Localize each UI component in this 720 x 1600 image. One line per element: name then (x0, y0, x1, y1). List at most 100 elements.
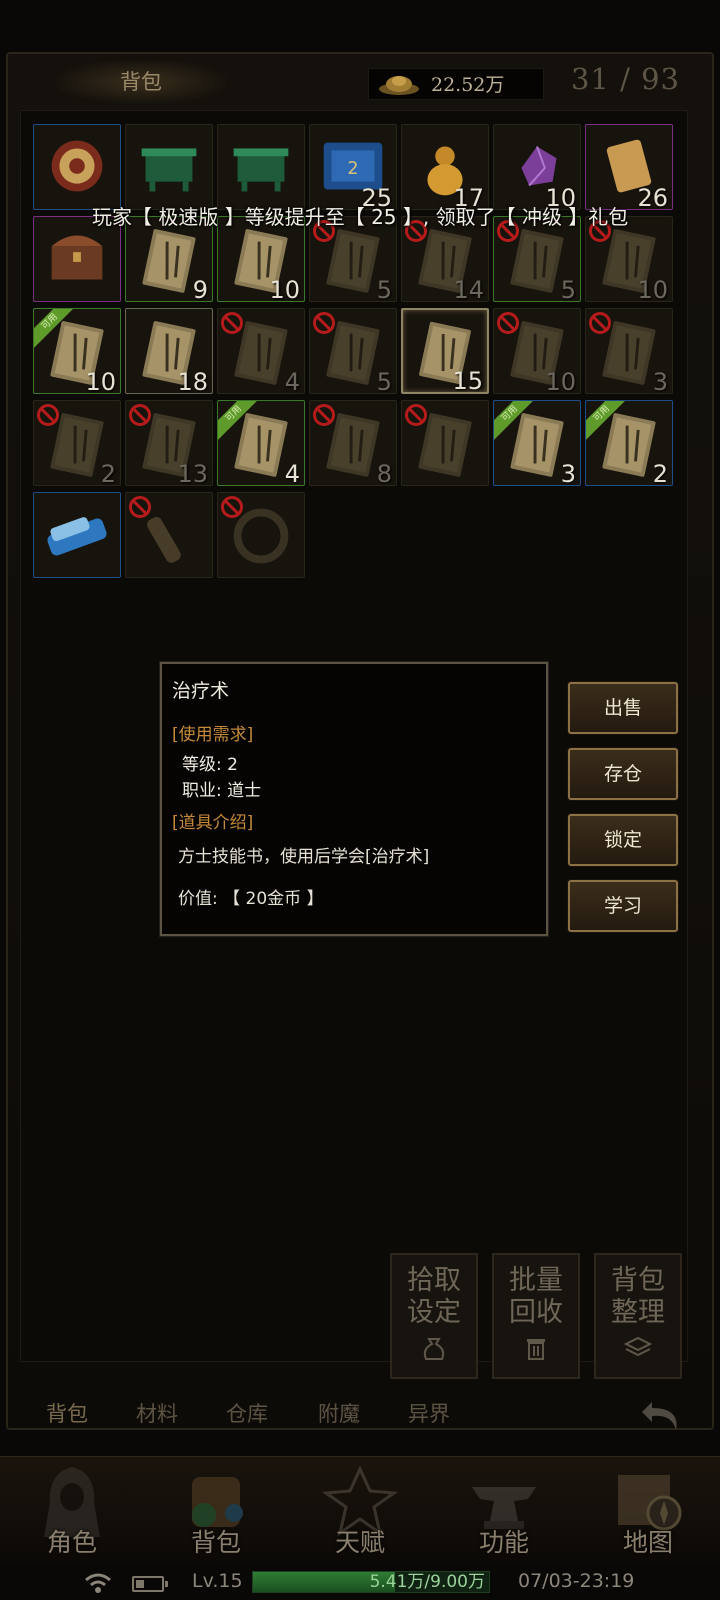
item-count: 5 (560, 276, 576, 302)
inventory-slot[interactable] (401, 400, 489, 486)
item-tooltip: 治疗术 [使用需求] 等级: 2 职业: 道士 [道具介绍] 方士技能书，使用后… (159, 661, 549, 937)
date-time: 07/03-23:19 (518, 1570, 635, 1592)
inventory-slot[interactable]: 可用 10 (33, 308, 121, 394)
bag-capacity: 31 / 93 (570, 62, 680, 96)
pickup-settings-button[interactable]: 拾取 设定 (390, 1253, 478, 1379)
forbidden-icon (313, 404, 335, 426)
sell-button[interactable]: 出售 (568, 682, 678, 734)
inventory-slot[interactable]: 26 (585, 124, 673, 210)
inventory-slot[interactable] (217, 124, 305, 210)
exp-text: 5.41万/9.00万 (369, 1572, 485, 1592)
item-count: 10 (269, 276, 300, 302)
inventory-slot[interactable]: 8 (309, 400, 397, 486)
sub-tab-enchant[interactable]: 附魔 (318, 1398, 360, 1428)
batch-recycle-label-2: 回收 (509, 1297, 563, 1328)
item-count: 8 (376, 460, 392, 486)
required-class: 职业: 道士 (182, 781, 262, 801)
nav-function-label: 功能 (478, 1528, 529, 1557)
item-count: 15 (452, 367, 483, 394)
exp-bar: 5.41万/9.00万 (252, 1571, 490, 1593)
item-count: 26 (637, 184, 668, 210)
nav-bag[interactable]: 背包 (144, 1457, 288, 1565)
inventory-slot[interactable] (217, 492, 305, 578)
nav-function[interactable]: 功能 (432, 1457, 576, 1565)
gear-medallion-icon (51, 140, 103, 192)
nav-map-label: 地图 (622, 1528, 673, 1557)
forbidden-icon (497, 312, 519, 334)
inventory-slot[interactable]: 5 (309, 308, 397, 394)
item-count: 9 (192, 276, 208, 302)
inventory-slot[interactable]: 4 (217, 308, 305, 394)
forbidden-icon (221, 496, 243, 518)
player-level: Lv.15 (192, 1570, 243, 1592)
gold-amount: 22.52万 (431, 74, 505, 96)
batch-recycle-button[interactable]: 批量 回收 (492, 1253, 580, 1379)
forbidden-icon (313, 312, 335, 334)
battery-level (136, 1580, 145, 1588)
inventory-slot[interactable]: 17 (401, 124, 489, 210)
green-chest-icon (141, 148, 197, 192)
inventory-slot[interactable]: 可用 2 (585, 400, 673, 486)
item-count: 5 (376, 276, 392, 302)
inventory-slot[interactable]: 18 (125, 308, 213, 394)
bag-header: 背包 22.52万 31 / 93 (6, 52, 714, 112)
pouch-icon (423, 1338, 445, 1360)
inventory-slot[interactable]: 15 (401, 308, 489, 394)
nav-character-label: 角色 (46, 1528, 97, 1557)
item-count: 2 (652, 460, 668, 486)
nav-map[interactable]: 地图 (576, 1457, 720, 1565)
item-count: 3 (652, 368, 668, 394)
forbidden-icon (129, 404, 151, 426)
sub-tab-materials[interactable]: 材料 (136, 1398, 178, 1428)
inventory-slot[interactable]: 2 (33, 400, 121, 486)
back-arrow-icon[interactable] (638, 1394, 686, 1436)
nav-talent[interactable]: 天赋 (288, 1457, 432, 1565)
item-count: 10 (85, 368, 116, 394)
learn-button[interactable]: 学习 (568, 880, 678, 932)
sub-tab-otherworld[interactable]: 异界 (408, 1398, 450, 1428)
bottom-navigation: 角色 背包 天赋 功能 地图 (0, 1456, 720, 1564)
item-intro-header: [道具介绍] (172, 813, 254, 833)
inventory-slot[interactable]: 3 (585, 308, 673, 394)
item-name: 治疗术 (172, 680, 230, 702)
blue-cloth-icon (47, 517, 107, 556)
forbidden-icon (589, 312, 611, 334)
status-bar: Lv.15 5.41万/9.00万 07/03-23:19 (0, 1564, 720, 1600)
item-count: 4 (284, 368, 300, 394)
forbidden-icon (129, 496, 151, 518)
bag-title-tab: 背包 (56, 60, 226, 104)
item-count: 10 (637, 276, 668, 302)
inventory-slot[interactable]: 可用 4 (217, 400, 305, 486)
forbidden-icon (37, 404, 59, 426)
store-button[interactable]: 存仓 (568, 748, 678, 800)
sub-tab-bag[interactable]: 背包 (46, 1398, 88, 1428)
nav-bag-label: 背包 (190, 1528, 241, 1557)
inventory-slot[interactable]: 可用 3 (493, 400, 581, 486)
battery-icon (132, 1576, 168, 1592)
inventory-slot[interactable] (33, 492, 121, 578)
sub-tab-warehouse[interactable]: 仓库 (226, 1398, 268, 1428)
item-count: 14 (453, 276, 484, 302)
item-count: 4 (284, 460, 300, 486)
item-count: 18 (177, 368, 208, 394)
inventory-slot[interactable]: 10 (493, 308, 581, 394)
bag-sort-button[interactable]: 背包 整理 (594, 1253, 682, 1379)
inventory-slot[interactable]: 10 (493, 124, 581, 210)
bag-sort-label-2: 整理 (611, 1297, 665, 1328)
forbidden-icon (405, 404, 427, 426)
inventory-slot[interactable]: 2 25 (309, 124, 397, 210)
batch-recycle-label-1: 批量 (509, 1265, 563, 1296)
layers-icon (623, 1336, 653, 1357)
item-description: 方士技能书，使用后学会[治疗术] (178, 847, 430, 867)
lock-button[interactable]: 锁定 (568, 814, 678, 866)
nav-character[interactable]: 角色 (0, 1457, 144, 1565)
trash-icon (527, 1339, 545, 1360)
inventory-slot[interactable] (125, 492, 213, 578)
item-count: 2 (100, 460, 116, 486)
inventory-slot[interactable]: 13 (125, 400, 213, 486)
inventory-slot[interactable] (33, 124, 121, 210)
item-count: 13 (177, 460, 208, 486)
inventory-slot[interactable] (125, 124, 213, 210)
requirements-header: [使用需求] (172, 725, 254, 745)
nav-talent-label: 天赋 (334, 1528, 385, 1557)
